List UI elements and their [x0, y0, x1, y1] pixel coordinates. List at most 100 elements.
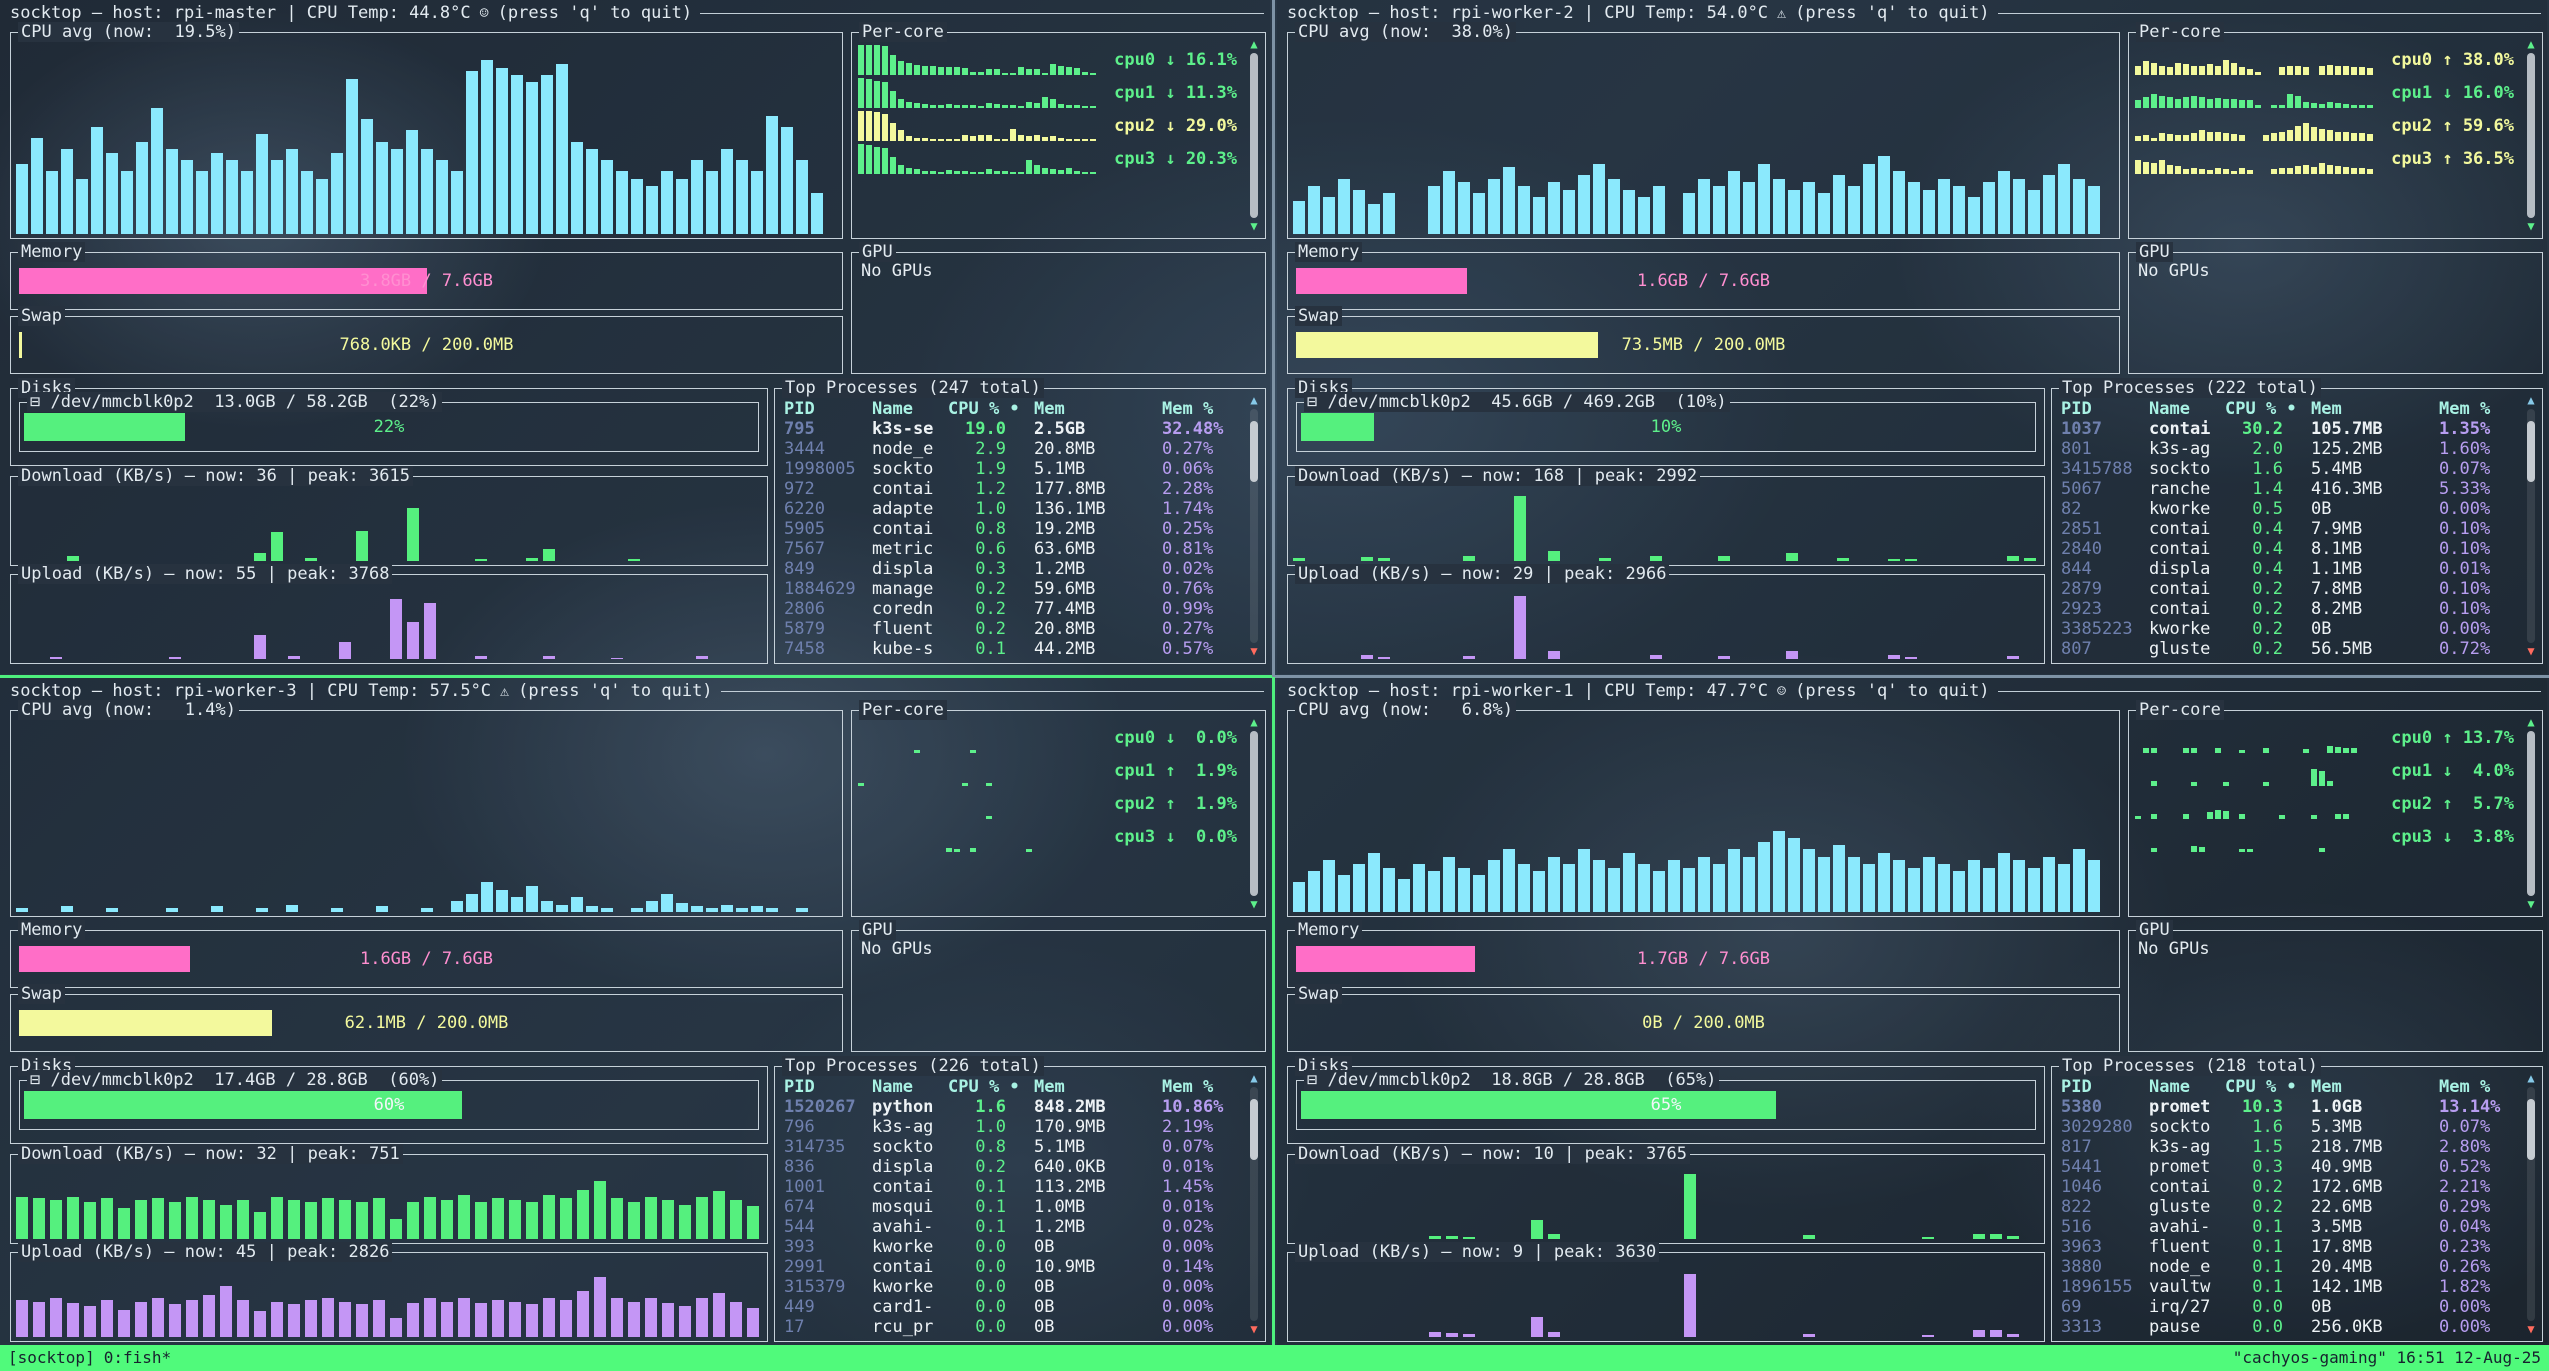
- process-mem: 2.5GB: [1034, 419, 1162, 439]
- header-mem[interactable]: Mem: [2311, 1077, 2439, 1097]
- chart-bar: [301, 171, 313, 234]
- process-mem: 5.3MB: [2311, 1117, 2439, 1137]
- swap-gauge: 62.1MB / 200.0MB: [19, 1010, 834, 1036]
- scrollbar-thumb[interactable]: [1250, 421, 1258, 482]
- window-item-fish[interactable]: 0:fish*: [104, 1348, 171, 1368]
- header-cpu[interactable]: CPU % •: [948, 399, 1034, 419]
- header-pid[interactable]: PID: [784, 1077, 872, 1097]
- chart-bar: [254, 1311, 266, 1337]
- header-pid[interactable]: PID: [2061, 1077, 2149, 1097]
- header-mem-percent[interactable]: Mem %: [1162, 399, 1239, 419]
- process-row: 7567 metric 0.6 63.6MB 0.81%: [784, 539, 1239, 559]
- per-core-scrollbar[interactable]: ▲ ▼: [1246, 38, 1262, 233]
- scroll-down-icon[interactable]: ▼: [1250, 898, 1257, 911]
- scroll-down-icon[interactable]: ▼: [1250, 220, 1257, 233]
- scrollbar-thumb[interactable]: [1250, 53, 1258, 218]
- header-name[interactable]: Name: [2149, 1077, 2225, 1097]
- scrollbar-thumb[interactable]: [2527, 53, 2535, 218]
- header-mem-percent[interactable]: Mem %: [1162, 1077, 1239, 1097]
- process-scrollbar[interactable]: ▲ ▼: [1246, 394, 1262, 658]
- header-name[interactable]: Name: [872, 399, 948, 419]
- scroll-up-icon[interactable]: ▲: [2527, 38, 2534, 51]
- header-mem-percent[interactable]: Mem %: [2439, 1077, 2516, 1097]
- pane-divider-horizontal-left-active[interactable]: [0, 675, 1272, 678]
- scrollbar-thumb[interactable]: [1250, 1099, 1258, 1160]
- header-mem-percent[interactable]: Mem %: [2439, 399, 2516, 419]
- process-cpu: 0.1: [2225, 1277, 2311, 1297]
- pane-title-row: socktop — host: rpi-master | CPU Temp: 4…: [10, 3, 1264, 23]
- top-processes-panel: Top Processes (222 total) PID Name CPU %…: [2051, 388, 2543, 664]
- process-table: PID Name CPU % • Mem Mem % 795 k3s-se: [784, 399, 1239, 659]
- scrollbar-thumb[interactable]: [1250, 731, 1258, 896]
- process-scrollbar[interactable]: ▲ ▼: [2523, 1072, 2539, 1336]
- scroll-down-icon[interactable]: ▼: [2527, 1323, 2534, 1336]
- process-scrollbar[interactable]: ▲ ▼: [1246, 1072, 1262, 1336]
- per-core-label: Per-core: [2136, 700, 2224, 720]
- chart-bar: [874, 45, 880, 75]
- scrollbar-thumb[interactable]: [2527, 731, 2535, 896]
- header-cpu[interactable]: CPU % •: [948, 1077, 1034, 1097]
- scrollbar-thumb[interactable]: [2527, 421, 2535, 482]
- socktop-pane[interactable]: socktop — host: rpi-worker-1 | CPU Temp:…: [1277, 678, 2547, 1352]
- scrollbar-track[interactable]: [1250, 1087, 1258, 1321]
- chart-bar: [946, 848, 952, 852]
- header-name[interactable]: Name: [872, 1077, 948, 1097]
- chart-bar: [1578, 175, 1590, 234]
- chart-bar: [2151, 138, 2157, 141]
- chart-bar: [1683, 193, 1695, 234]
- header-mem[interactable]: Mem: [2311, 399, 2439, 419]
- chart-bar: [526, 82, 538, 234]
- scroll-down-icon[interactable]: ▼: [1250, 1323, 1257, 1336]
- process-cpu: 0.0: [948, 1257, 1034, 1277]
- chart-bar: [1818, 857, 1830, 913]
- per-core-scrollbar[interactable]: ▲ ▼: [2523, 716, 2539, 911]
- process-table-header[interactable]: PID Name CPU % • Mem Mem %: [784, 1077, 1239, 1097]
- header-pid[interactable]: PID: [784, 399, 872, 419]
- process-cpu: 0.2: [2225, 639, 2311, 659]
- process-name: pause: [2149, 1317, 2225, 1337]
- per-core-scrollbar[interactable]: ▲ ▼: [1246, 716, 1262, 911]
- chart-bar: [2073, 179, 2085, 235]
- chart-bar: [2007, 556, 2019, 561]
- chart-bar: [356, 531, 368, 561]
- scroll-up-icon[interactable]: ▲: [2527, 1072, 2534, 1085]
- header-pid[interactable]: PID: [2061, 399, 2149, 419]
- process-pid: 5879: [784, 619, 872, 639]
- chart-bar: [1888, 655, 1900, 659]
- socktop-pane[interactable]: socktop — host: rpi-master | CPU Temp: 4…: [0, 0, 1270, 674]
- scroll-down-icon[interactable]: ▼: [1250, 645, 1257, 658]
- header-mem[interactable]: Mem: [1034, 1077, 1162, 1097]
- scroll-up-icon[interactable]: ▲: [1250, 1072, 1257, 1085]
- socktop-pane[interactable]: socktop — host: rpi-worker-3 | CPU Temp:…: [0, 678, 1270, 1352]
- scrollbar-thumb[interactable]: [2527, 1099, 2535, 1160]
- scroll-down-icon[interactable]: ▼: [2527, 220, 2534, 233]
- process-table-header[interactable]: PID Name CPU % • Mem Mem %: [784, 399, 1239, 419]
- scroll-down-icon[interactable]: ▼: [2527, 645, 2534, 658]
- header-cpu[interactable]: CPU % •: [2225, 1077, 2311, 1097]
- download-label: Download (KB/s) — now: 10 | peak: 3765: [1295, 1144, 1690, 1164]
- pane-divider-vertical-top[interactable]: [1272, 0, 1275, 677]
- process-scrollbar[interactable]: ▲ ▼: [2523, 394, 2539, 658]
- process-table-header[interactable]: PID Name CPU % • Mem Mem %: [2061, 399, 2516, 419]
- socktop-pane[interactable]: socktop — host: rpi-worker-2 | CPU Temp:…: [1277, 0, 2547, 674]
- scrollbar-track[interactable]: [2527, 409, 2535, 643]
- disk-icon: ⊟: [30, 1070, 50, 1090]
- scroll-up-icon[interactable]: ▲: [1250, 716, 1257, 729]
- per-core-scrollbar[interactable]: ▲ ▼: [2523, 38, 2539, 233]
- pane-divider-horizontal-right[interactable]: [1275, 675, 2549, 678]
- scroll-down-icon[interactable]: ▼: [2527, 898, 2534, 911]
- chart-bar: [2295, 126, 2301, 141]
- scrollbar-track[interactable]: [1250, 409, 1258, 643]
- header-mem[interactable]: Mem: [1034, 399, 1162, 419]
- scrollbar-track[interactable]: [2527, 1087, 2535, 1321]
- scroll-up-icon[interactable]: ▲: [1250, 38, 1257, 51]
- scroll-up-icon[interactable]: ▲: [1250, 394, 1257, 407]
- header-cpu[interactable]: CPU % •: [2225, 399, 2311, 419]
- scroll-up-icon[interactable]: ▲: [2527, 716, 2534, 729]
- scroll-up-icon[interactable]: ▲: [2527, 394, 2534, 407]
- header-name[interactable]: Name: [2149, 399, 2225, 419]
- pane-divider-vertical-bottom-active[interactable]: [1272, 677, 1275, 1345]
- process-mem: 416.3MB: [2311, 479, 2439, 499]
- process-table-header[interactable]: PID Name CPU % • Mem Mem %: [2061, 1077, 2516, 1097]
- process-mem-percent: 0.07%: [1162, 1137, 1239, 1157]
